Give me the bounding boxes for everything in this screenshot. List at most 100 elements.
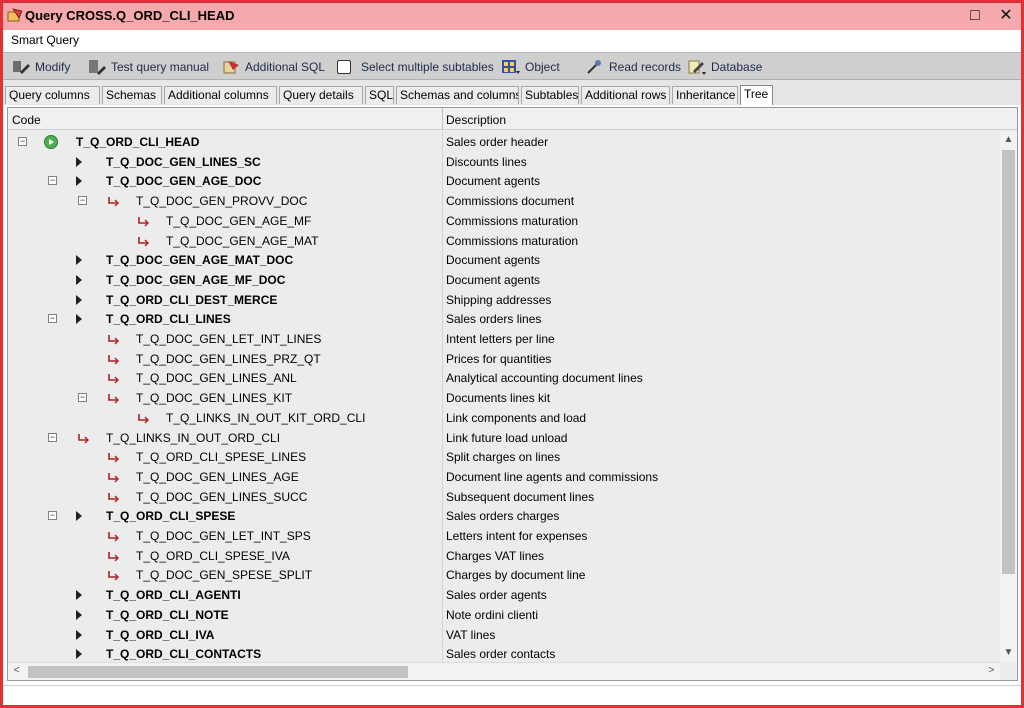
tree-node-description: VAT lines (446, 627, 496, 642)
tree-row[interactable]: T_Q_ORD_CLI_SPESE_LINES Split charges on … (8, 447, 998, 467)
tab-schemas[interactable]: Schemas (102, 86, 162, 104)
expand-arrow-icon[interactable] (76, 274, 82, 285)
tree-rows: − T_Q_ORD_CLI_HEAD Sales order header T_Q_D… (8, 132, 998, 662)
tree-row[interactable]: T_Q_ORD_CLI_CONTACTS Sales order contacts (8, 644, 998, 662)
tree-node-description: Charges by document line (446, 568, 586, 583)
tree-node-code: T_Q_DOC_GEN_LET_INT_LINES (136, 332, 322, 346)
tree-row[interactable]: T_Q_LINKS_IN_OUT_KIT_ORD_CLI Link compone… (8, 408, 998, 428)
collapse-toggle-icon[interactable]: − (48, 176, 57, 186)
expand-arrow-icon[interactable] (76, 590, 82, 601)
tree-row[interactable]: T_Q_DOC_GEN_LINES_AGE Document line agent… (8, 467, 998, 487)
tree-node-code: T_Q_DOC_GEN_LINES_SUCC (136, 489, 308, 504)
collapse-toggle-icon[interactable]: − (18, 137, 27, 146)
tab-subtables[interactable]: Subtables (521, 86, 579, 104)
tree-row[interactable]: T_Q_ORD_CLI_SPESE_IVA Charges VAT lines (8, 546, 998, 566)
tree-row[interactable]: − T_Q_DOC_GEN_AGE_DOC Document agents (8, 171, 998, 191)
collapse-toggle-icon[interactable]: − (48, 511, 57, 521)
tab-schemas-and-columns[interactable]: Schemas and columns (396, 86, 519, 104)
title-bar[interactable]: Query CROSS.Q_ORD_CLI_HEAD □ ✕ (3, 3, 1021, 30)
tree-node-code: T_Q_DOC_GEN_SPESE_SPLIT (136, 568, 313, 583)
tree-row[interactable]: T_Q_DOC_GEN_AGE_MAT Commissions maturatio… (8, 231, 998, 251)
object-button[interactable]: Object (501, 58, 560, 76)
tree-node-description: Note ordini clienti (446, 607, 539, 622)
collapse-toggle-icon[interactable]: − (48, 314, 57, 324)
link-relation-icon (108, 394, 119, 404)
scroll-right-arrow[interactable]: > (983, 663, 1000, 679)
maximize-button[interactable]: □ (964, 6, 986, 26)
modify-button[interactable]: Modify (11, 58, 70, 76)
tab-tree[interactable]: Tree (740, 85, 773, 105)
tree-row[interactable]: − T_Q_ORD_CLI_SPESE Sales orders charges (8, 506, 998, 526)
tree-row[interactable]: T_Q_ORD_CLI_IVA VAT lines (8, 625, 998, 645)
tree-node-description: Letters intent for expenses (446, 529, 588, 543)
tree-node-code: T_Q_ORD_CLI_CONTACTS (106, 647, 262, 662)
collapse-toggle-icon[interactable]: − (48, 432, 57, 442)
tree-node-code: T_Q_ORD_CLI_SPESE (106, 509, 236, 524)
vertical-scrollbar[interactable]: ▲ ▼ (1000, 132, 1017, 662)
tab-additional-rows[interactable]: Additional rows (581, 86, 670, 104)
tree-row[interactable]: T_Q_DOC_GEN_LINES_ANL Analytical accounti… (8, 368, 998, 388)
tree-row[interactable]: − T_Q_LINKS_IN_OUT_ORD_CLI Link future loa… (8, 428, 998, 448)
close-button[interactable]: ✕ (995, 6, 1017, 26)
expand-arrow-icon[interactable] (76, 314, 82, 325)
header-code[interactable]: Code (12, 113, 41, 127)
expand-arrow-icon[interactable] (76, 511, 82, 522)
tree-row[interactable]: T_Q_DOC_GEN_AGE_MAT_DOC Document agents (8, 250, 998, 270)
tree-row[interactable]: T_Q_ORD_CLI_AGENTI Sales order agents (8, 585, 998, 605)
tab-query-columns[interactable]: Query columns (5, 86, 100, 104)
tree-row[interactable]: T_Q_DOC_GEN_SPESE_SPLIT Charges by docume… (8, 565, 998, 585)
expand-arrow-icon[interactable] (76, 294, 82, 305)
scroll-left-arrow[interactable]: < (8, 663, 25, 679)
horizontal-scrollbar[interactable]: < > (8, 662, 1000, 680)
select-multiple-label: Select multiple subtables (361, 60, 494, 74)
tree-row[interactable]: − T_Q_ORD_CLI_HEAD Sales order header (8, 132, 998, 152)
tree-node-code: T_Q_ORD_CLI_AGENTI (106, 588, 241, 603)
collapse-toggle-icon[interactable]: − (78, 196, 87, 206)
tree-row[interactable]: T_Q_DOC_GEN_LET_INT_SPS Letters intent fo… (8, 526, 998, 546)
expand-arrow-icon[interactable] (76, 629, 82, 640)
tab-additional-columns[interactable]: Additional columns (164, 86, 277, 104)
header-description[interactable]: Description (446, 113, 506, 127)
header-separator[interactable] (442, 108, 443, 130)
tree-node-description: Sales order contacts (446, 647, 556, 662)
tree-row[interactable]: − T_Q_ORD_CLI_LINES Sales orders lines (8, 309, 998, 329)
tree-node-description: Sales orders lines (446, 312, 542, 327)
read-records-button[interactable]: Read records (585, 58, 681, 76)
database-button[interactable]: Database (687, 58, 762, 76)
test-query-button[interactable]: Test query manual (87, 58, 209, 76)
read-records-icon (587, 60, 601, 74)
tree-row[interactable]: T_Q_DOC_GEN_LINES_PRZ_QT Prices for quant… (8, 349, 998, 369)
tab-query-details[interactable]: Query details (279, 86, 363, 104)
additional-sql-button[interactable]: Additional SQL (221, 58, 325, 76)
tree-row[interactable]: − T_Q_DOC_GEN_LINES_KIT Documents lines ki… (8, 388, 998, 408)
tree-row[interactable]: T_Q_ORD_CLI_DEST_MERCE Shipping addresses (8, 290, 998, 310)
tree-row[interactable]: T_Q_DOC_GEN_LET_INT_LINES Intent letters … (8, 329, 998, 349)
checkbox-icon[interactable] (337, 60, 351, 74)
scroll-down-arrow[interactable]: ▼ (1000, 645, 1017, 661)
horizontal-scroll-thumb[interactable] (28, 666, 408, 678)
tab-inheritance[interactable]: Inheritance (672, 86, 738, 104)
tree-row[interactable]: T_Q_ORD_CLI_NOTE Note ordini clienti (8, 605, 998, 625)
tree-node-code: T_Q_LINKS_IN_OUT_ORD_CLI (106, 430, 281, 445)
tree-row[interactable]: T_Q_DOC_GEN_AGE_MF_DOC Document agents (8, 270, 998, 290)
tree-row[interactable]: T_Q_DOC_GEN_LINES_SC Discounts lines (8, 152, 998, 172)
tree-row[interactable]: T_Q_DOC_GEN_LINES_SUCC Subsequent documen… (8, 487, 998, 507)
expand-arrow-icon[interactable] (76, 609, 82, 620)
object-label: Object (525, 60, 560, 74)
tree-row[interactable]: − T_Q_DOC_GEN_PROVV_DOC Commissions docume… (8, 191, 998, 211)
collapse-toggle-icon[interactable]: − (78, 393, 87, 403)
expand-arrow-icon[interactable] (76, 156, 82, 167)
link-relation-icon (108, 551, 119, 562)
menu-smart-query[interactable]: Smart Query (11, 33, 79, 47)
expand-arrow-icon[interactable] (76, 176, 82, 187)
tree-node-description: Intent letters per line (446, 332, 555, 346)
expand-arrow-icon[interactable] (76, 649, 82, 660)
tab-sql[interactable]: SQL (365, 86, 394, 104)
vertical-scroll-thumb[interactable] (1002, 150, 1015, 574)
expand-arrow-icon[interactable] (76, 255, 82, 266)
tree-row[interactable]: T_Q_DOC_GEN_AGE_MF Commissions maturation (8, 211, 998, 231)
scroll-up-arrow[interactable]: ▲ (1000, 132, 1017, 148)
tree-view[interactable]: Code Description − T_Q_ORD_CLI_HEAD Sales … (7, 107, 1018, 681)
select-multiple-checkbox[interactable]: Select multiple subtables (337, 58, 494, 76)
tree-node-description: Prices for quantities (446, 351, 552, 366)
